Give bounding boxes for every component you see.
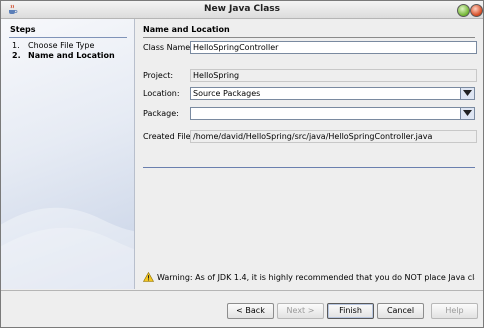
project-label: Project: [143,71,174,80]
package-label: Package: [143,109,179,118]
steps-panel: Steps 1. Choose File Type 2. Name and Loca… [1,19,135,289]
section-separator [143,167,475,168]
help-button[interactable]: Help [431,303,478,319]
title-bar[interactable]: New Java Class [1,1,483,19]
panel-heading: Name and Location [143,25,230,34]
cancel-button[interactable]: Cancel [377,303,424,319]
chevron-down-icon [463,110,472,116]
step-number: 2. [12,51,21,60]
step-number: 1. [12,41,20,50]
location-dropdown-button[interactable] [460,87,475,100]
package-combo[interactable] [190,107,464,120]
location-combo[interactable]: Source Packages [190,87,464,100]
chevron-down-icon [463,90,472,96]
finish-button[interactable]: Finish [327,303,374,319]
created-file-label: Created File: [143,132,194,141]
panel-divider [143,37,475,38]
new-java-class-dialog: New Java Class Steps 1. Choose File Type … [0,0,484,328]
project-field: HelloSpring [190,69,477,82]
created-file-field: /home/david/HelloSpring/src/java/HelloSp… [190,130,477,143]
steps-heading: Steps [10,25,36,34]
minimize-button[interactable] [457,4,470,17]
next-button[interactable]: Next > [277,303,324,319]
class-name-input[interactable]: HelloSpringController [190,41,477,54]
package-dropdown-button[interactable] [460,107,475,120]
step-choose-file-type: 1. Choose File Type [12,41,94,50]
location-label: Location: [143,89,180,98]
step-label: Name and Location [28,51,115,60]
class-name-label: Class Name: [143,43,193,52]
step-label: Choose File Type [28,41,95,50]
decorative-wave-graphic [1,207,134,289]
warning-icon [143,272,154,282]
warning-message: Warning: As of JDK 1.4, it is highly rec… [157,273,475,282]
name-location-panel: Name and Location Class Name: HelloSprin… [137,19,481,289]
close-button[interactable] [470,4,483,17]
steps-divider [9,37,127,38]
back-button[interactable]: < Back [227,303,274,319]
window-title: New Java Class [203,4,281,14]
step-name-and-location: 2. Name and Location [12,51,115,60]
button-bar-divider [1,290,483,291]
